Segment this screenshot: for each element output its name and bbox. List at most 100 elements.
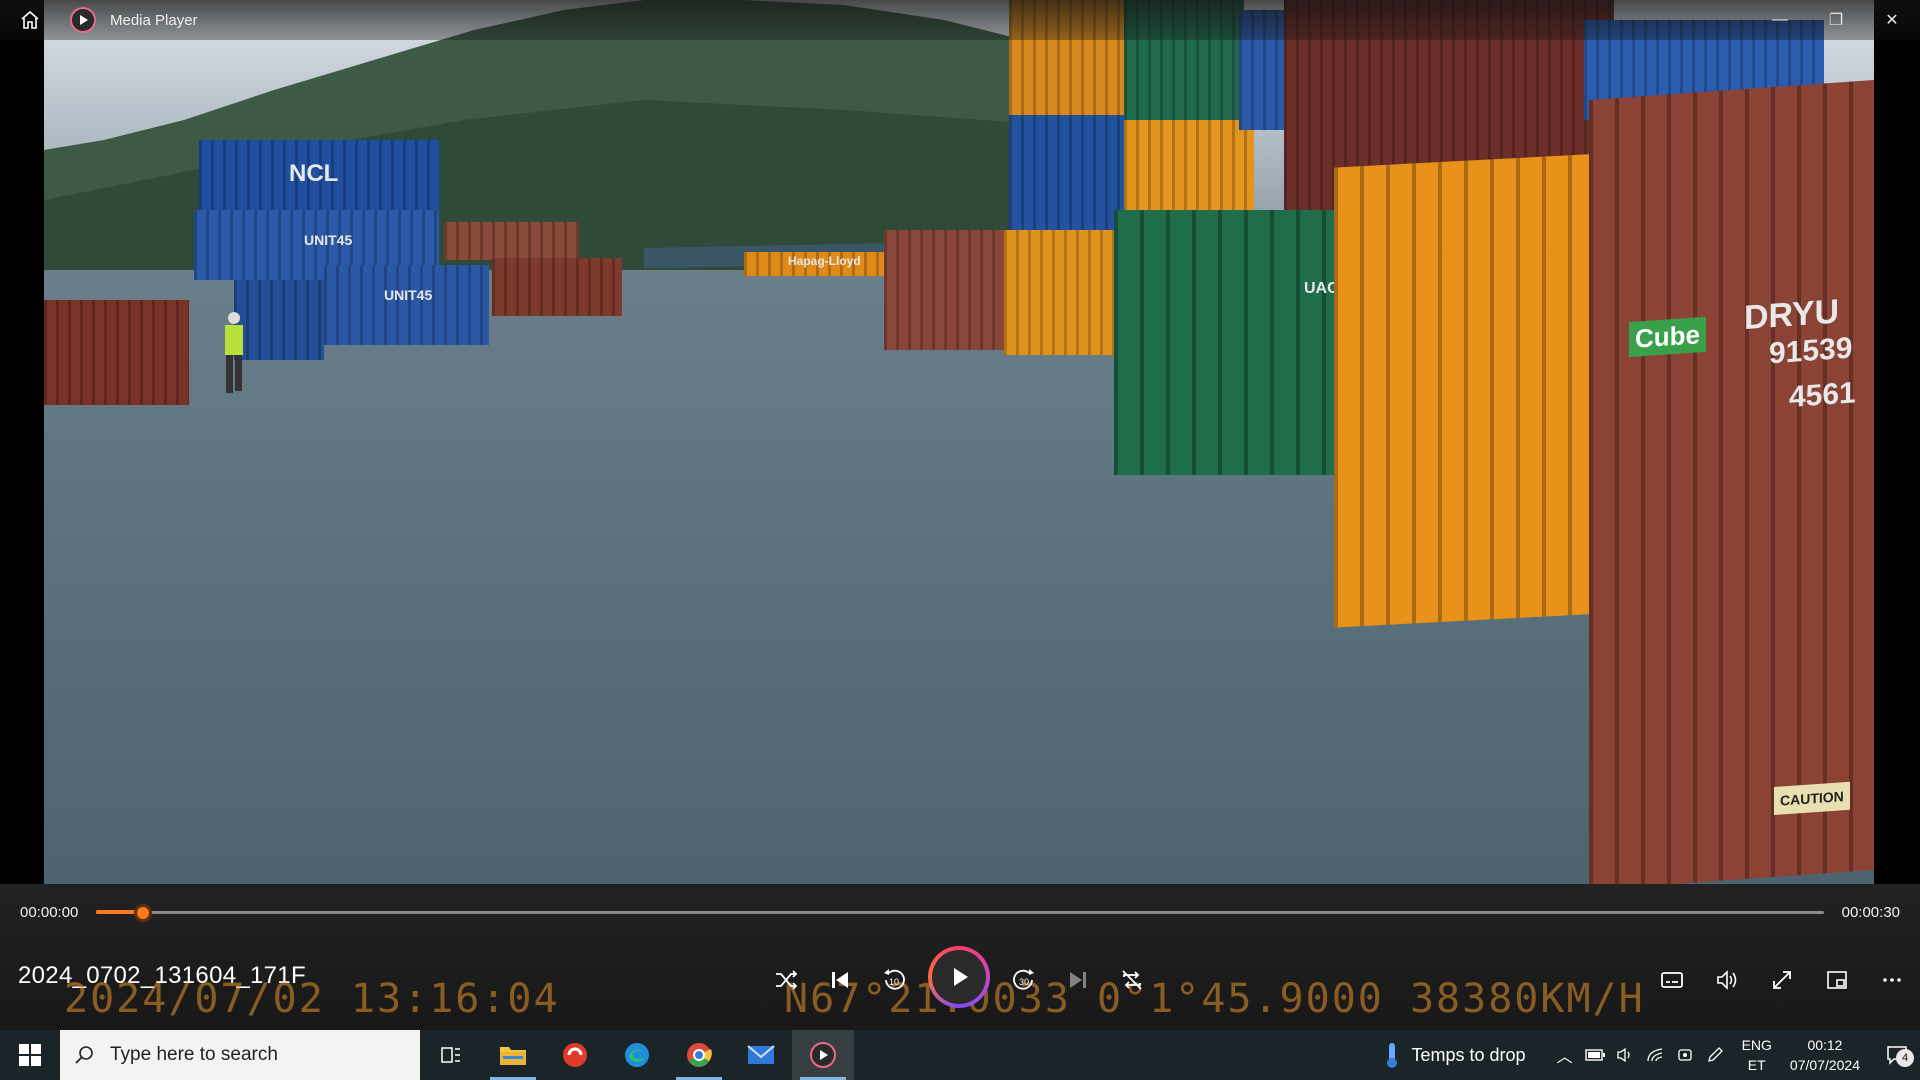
device-button[interactable] (1670, 1047, 1700, 1063)
mini-player-icon (1827, 971, 1847, 989)
weather-text: Temps to drop (1411, 1044, 1526, 1065)
expand-icon (1773, 971, 1791, 989)
container-label: DRYU (1744, 292, 1840, 338)
repeat-off-button[interactable] (1108, 956, 1156, 1004)
container-label: Cube (1629, 316, 1706, 358)
volume-icon (1717, 970, 1737, 990)
chrome-icon (687, 1043, 712, 1067)
weather-widget[interactable]: Temps to drop (1382, 1041, 1526, 1069)
container-label: NCL (289, 160, 339, 187)
device-icon (1677, 1049, 1692, 1061)
minimize-button[interactable]: — (1752, 0, 1808, 40)
total-time: 00:00:30 (1841, 904, 1900, 921)
container-label: CAUTION (1774, 781, 1850, 816)
language-code: ENG (1741, 1037, 1772, 1053)
minimize-icon: — (1772, 11, 1788, 28)
container-red (444, 222, 579, 260)
seek-bar[interactable] (96, 904, 1824, 922)
taskbar: Type here to search Temps to drop ︿ ENG … (0, 1030, 1920, 1080)
media-player-icon (810, 1042, 836, 1068)
container-orange (1004, 230, 1114, 355)
mini-player-button[interactable] (1813, 956, 1861, 1004)
more-icon (1883, 978, 1901, 982)
container-blue: NCL (199, 140, 439, 210)
window-title: Media Player (110, 11, 198, 29)
captions-icon (1661, 972, 1683, 988)
maximize-button[interactable]: ❐ (1808, 0, 1864, 40)
thermometer-icon (1386, 1043, 1397, 1068)
forward-30-icon: 30 (1013, 969, 1034, 990)
next-button[interactable] (1054, 956, 1102, 1004)
show-hidden-icons-button[interactable]: ︿ (1550, 1043, 1580, 1067)
container-red-near: Cube DRYU 91539 4561 CAUTION (1589, 80, 1874, 884)
home-icon (21, 10, 39, 29)
rewind-10-button[interactable]: 10 (870, 956, 918, 1004)
title-bar: Media Player — ❐ ✕ (0, 0, 1920, 40)
captions-button[interactable] (1648, 956, 1696, 1004)
volume-button[interactable] (1703, 956, 1751, 1004)
search-placeholder: Type here to search (110, 1044, 278, 1065)
container-label: Hapag-Lloyd (788, 254, 861, 268)
seek-thumb[interactable] (133, 904, 152, 922)
speaker-icon (1616, 1047, 1630, 1063)
play-button[interactable] (928, 946, 990, 1008)
clock[interactable]: 00:12 07/07/2024 (1790, 1035, 1860, 1075)
task-view-icon (441, 1047, 460, 1063)
edge-icon (625, 1043, 649, 1067)
start-button[interactable] (0, 1030, 60, 1080)
search-box[interactable]: Type here to search (60, 1030, 420, 1080)
worker-figure (225, 312, 243, 393)
home-button[interactable] (0, 0, 60, 40)
keyboard-layout: ET (1747, 1057, 1766, 1073)
container-label: UNIT45 (304, 232, 353, 248)
media-player-taskbar-button[interactable] (792, 1030, 854, 1080)
network-button[interactable] (1640, 1047, 1670, 1063)
system-tray: Temps to drop ︿ ENG ET 00:12 07/07/2024 … (1382, 1030, 1920, 1080)
folder-icon (500, 1047, 526, 1065)
container-red (44, 300, 189, 405)
search-icon (75, 1046, 93, 1064)
skip-previous-icon (832, 972, 848, 988)
close-icon: ✕ (1885, 12, 1899, 29)
battery-button[interactable] (1580, 1049, 1610, 1061)
container-blue (1009, 115, 1124, 230)
container-label: 91539 (1769, 331, 1853, 371)
clock-time: 00:12 (1807, 1037, 1843, 1053)
forward-30-button[interactable]: 30 (1000, 956, 1048, 1004)
mail-icon (747, 1045, 775, 1064)
container-orange-near (1334, 152, 1624, 628)
chrome-button[interactable] (668, 1030, 730, 1080)
container-label: 4561 (1789, 376, 1856, 414)
fullscreen-button[interactable] (1758, 956, 1806, 1004)
volume-tray-button[interactable] (1610, 1047, 1640, 1063)
app-red-button[interactable] (544, 1030, 606, 1080)
notifications-button[interactable]: 4 (1874, 1045, 1920, 1067)
shuffle-icon (776, 970, 798, 990)
clock-date: 07/07/2024 (1789, 1057, 1860, 1073)
language-indicator[interactable]: ENG ET (1742, 1035, 1772, 1075)
edge-button[interactable] (606, 1030, 668, 1080)
task-view-button[interactable] (420, 1030, 482, 1080)
chevron-up-icon: ︿ (1556, 1049, 1573, 1066)
osd-datetime: 2024/07/02 13:16:04 (64, 976, 560, 1022)
current-time: 00:00:00 (20, 904, 79, 921)
container-red (884, 230, 1004, 350)
forward-30-label: 30 (1019, 977, 1029, 987)
file-explorer-button[interactable] (482, 1030, 544, 1080)
rewind-10-icon: 10 (884, 969, 905, 990)
red-app-icon (563, 1043, 587, 1067)
container-label: UNIT45 (384, 287, 433, 303)
wifi-icon (1646, 1048, 1662, 1062)
seek-track (96, 911, 1824, 914)
close-button[interactable]: ✕ (1864, 0, 1920, 40)
shuffle-button[interactable] (762, 956, 810, 1004)
video-frame[interactable]: NCL UNIT45 UNIT45 Hapag-Lloyd UACU Cube … (44, 0, 1874, 884)
repeat-off-icon (1122, 970, 1142, 990)
container-orange: Hapag-Lloyd (744, 252, 904, 276)
pen-button[interactable] (1700, 1046, 1730, 1064)
mail-button[interactable] (730, 1030, 792, 1080)
container-blue: UNIT45 (324, 265, 489, 345)
more-options-button[interactable] (1868, 956, 1916, 1004)
previous-button[interactable] (816, 956, 864, 1004)
pen-icon (1707, 1047, 1723, 1062)
